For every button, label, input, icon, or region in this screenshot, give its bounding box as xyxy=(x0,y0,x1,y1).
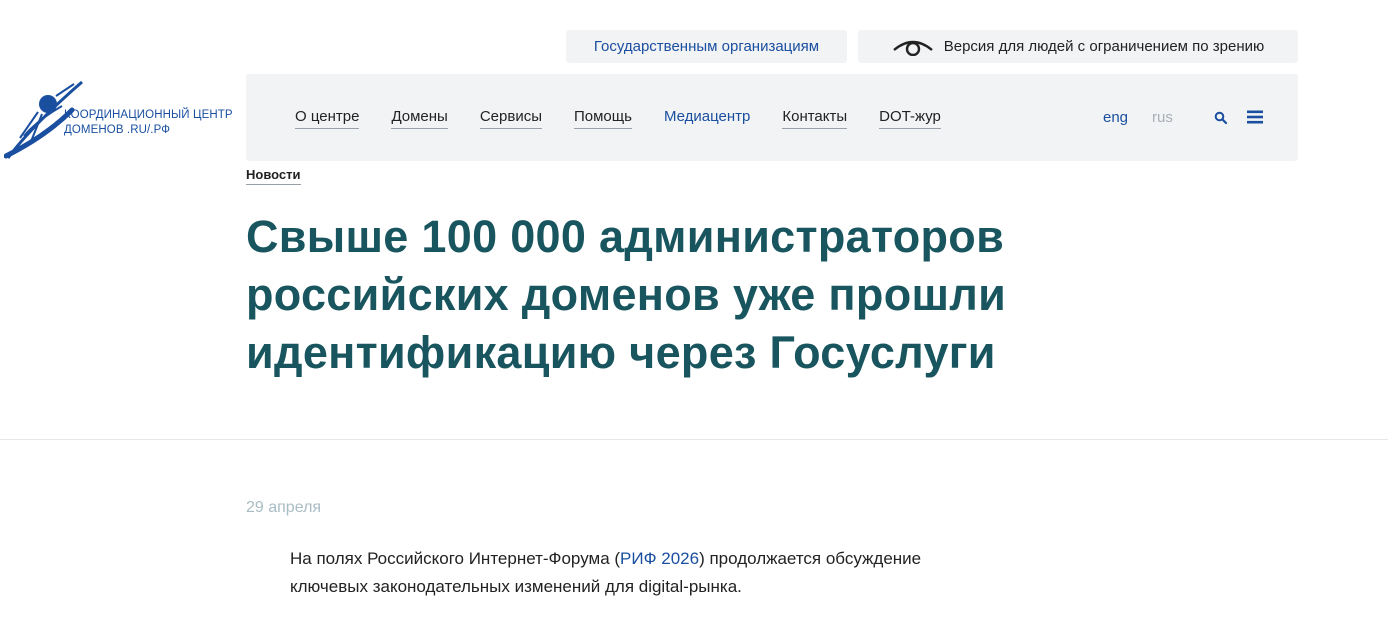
low-vision-version-button[interactable]: Версия для людей с ограничением по зрени… xyxy=(858,30,1298,63)
breadcrumb-news[interactable]: Новости xyxy=(246,167,301,185)
gov-organizations-label: Государственным организациям xyxy=(593,38,820,55)
article-date: 29 апреля xyxy=(246,499,322,516)
nav-item-services[interactable]: Сервисы xyxy=(479,108,542,129)
logo-line-1: КООРДИНАЦИОННЫЙ ЦЕНТР xyxy=(64,109,233,121)
header-divider xyxy=(0,439,1388,440)
eye-icon xyxy=(892,38,934,56)
lang-rus-link[interactable]: rus xyxy=(1152,109,1173,126)
logo-text[interactable]: КООРДИНАЦИОННЫЙ ЦЕНТР ДОМЕНОВ .RU/.РФ xyxy=(64,108,233,138)
title-line-3: идентификацию через Госуслуги xyxy=(246,327,996,378)
lead-text-before: На полях Российского Интернет-Форума ( xyxy=(290,549,621,568)
nav-item-domains[interactable]: Домены xyxy=(391,108,448,129)
nav-items: О центре Домены Сервисы Помощь Медиацент… xyxy=(295,108,973,129)
nav-item-help[interactable]: Помощь xyxy=(574,108,632,129)
hamburger-menu-icon[interactable] xyxy=(1247,110,1263,124)
nav-item-about[interactable]: О центре xyxy=(295,108,360,129)
gov-organizations-button[interactable]: Государственным организациям xyxy=(566,30,847,63)
lang-eng-link[interactable]: eng xyxy=(1103,109,1128,126)
title-line-2: российских доменов уже прошли xyxy=(246,269,1007,320)
logo-line-2: ДОМЕНОВ .RU/.РФ xyxy=(64,124,171,136)
lead-text-after: ) продолжается обсуждение xyxy=(699,549,922,568)
nav-item-media-center[interactable]: Медиацентр xyxy=(664,108,750,129)
article-lead: На полях Российского Интернет-Форума (РИ… xyxy=(290,545,1010,601)
main-navigation: О центре Домены Сервисы Помощь Медиацент… xyxy=(246,74,1298,161)
title-line-1: Свыше 100 000 администраторов xyxy=(246,211,1005,262)
lead-text-line-2: ключевых законодательных изменений для d… xyxy=(290,577,742,596)
page-title: Свыше 100 000 администраторов российских… xyxy=(246,208,1146,382)
low-vision-version-label: Версия для людей с ограничением по зрени… xyxy=(943,38,1265,55)
search-icon[interactable] xyxy=(1214,111,1228,125)
nav-item-contacts[interactable]: Контакты xyxy=(782,108,848,129)
rif-2026-link[interactable]: РИФ 2026 xyxy=(620,549,699,568)
nav-item-dot-journal[interactable]: DOT-жур xyxy=(879,108,941,129)
